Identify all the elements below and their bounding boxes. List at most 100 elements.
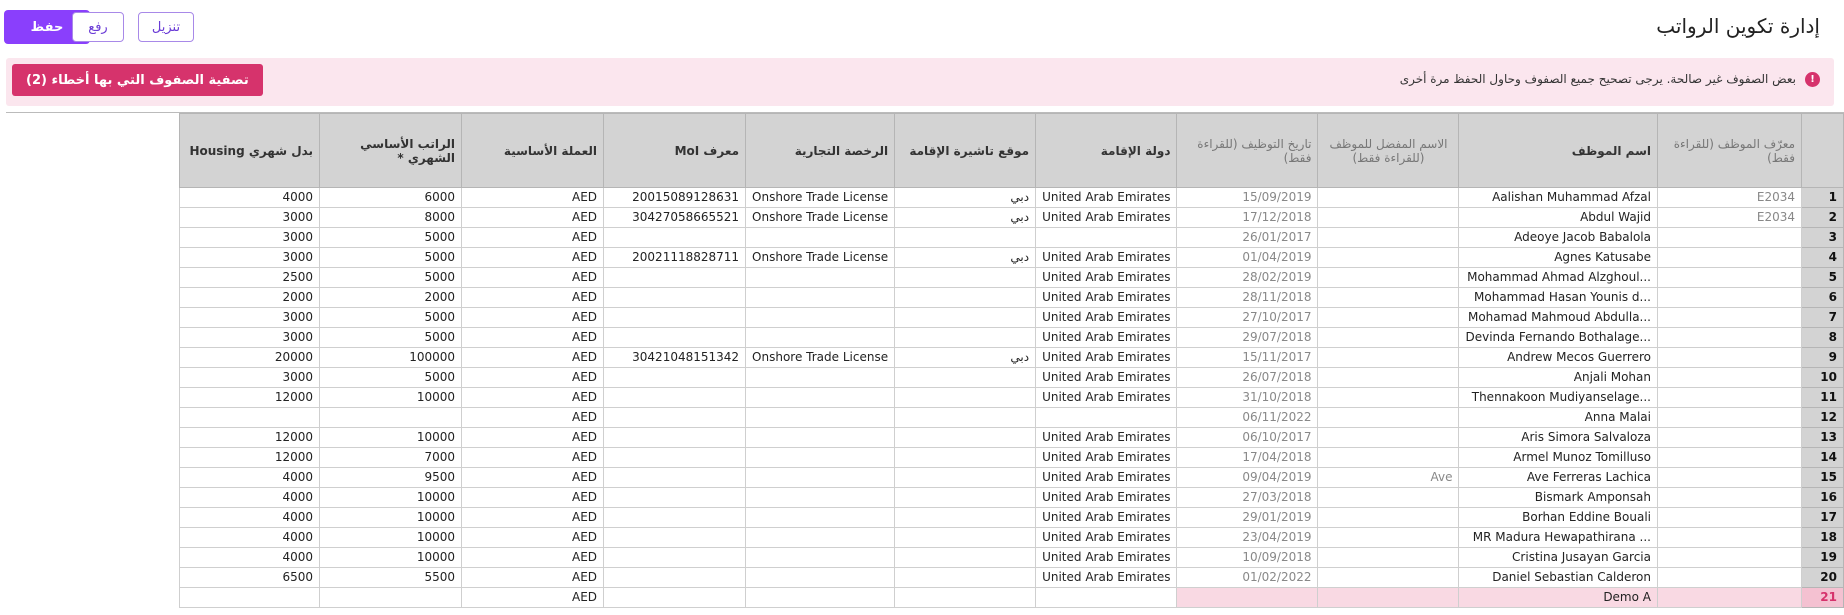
- col-header-currency[interactable]: العملة الأساسية: [461, 113, 605, 188]
- col-header-basic-salary[interactable]: الراتب الأساسي الشهري *: [319, 113, 463, 188]
- cell-hire-date[interactable]: 28/11/2018: [1176, 287, 1319, 308]
- table-row[interactable]: 4000 10000 AED United Arab Emirates 27/03/20…: [179, 487, 1844, 508]
- table-row[interactable]: 12000 7000 AED United Arab Emirates 17/04/20…: [179, 447, 1844, 468]
- cell-housing[interactable]: 3000: [179, 327, 321, 348]
- table-row[interactable]: 12000 10000 AED United Arab Emirates 06/10/2…: [179, 427, 1844, 448]
- cell-basic-salary[interactable]: 5000: [319, 307, 463, 328]
- cell-visa-location[interactable]: [894, 407, 1037, 428]
- cell-employee-name[interactable]: Abdul Wajid: [1458, 207, 1658, 228]
- col-header-housing[interactable]: بدل شهري Housing: [179, 113, 321, 188]
- cell-currency[interactable]: AED: [461, 347, 605, 368]
- cell-moi-id[interactable]: 20015089128631: [603, 187, 747, 208]
- cell-housing[interactable]: [179, 407, 321, 428]
- cell-country[interactable]: United Arab Emirates: [1035, 487, 1178, 508]
- col-header-hire-date[interactable]: تاريخ التوظيف (للقراءة فقط): [1176, 113, 1319, 188]
- cell-currency[interactable]: AED: [461, 567, 605, 588]
- cell-hire-date[interactable]: 28/02/2019: [1176, 267, 1319, 288]
- cell-visa-location[interactable]: [894, 547, 1037, 568]
- cell-basic-salary[interactable]: [319, 407, 463, 428]
- cell-trade-license[interactable]: [745, 487, 896, 508]
- table-row[interactable]: AED Demo A 21: [179, 587, 1844, 608]
- cell-hire-date[interactable]: 06/10/2017: [1176, 427, 1319, 448]
- cell-hire-date[interactable]: 01/02/2022: [1176, 567, 1319, 588]
- cell-employee-name[interactable]: Mohamad Mahmoud Abdulla...: [1458, 307, 1658, 328]
- cell-moi-id[interactable]: [603, 227, 747, 248]
- cell-employee-id[interactable]: [1657, 547, 1802, 568]
- cell-moi-id[interactable]: [603, 487, 747, 508]
- cell-basic-salary[interactable]: 5500: [319, 567, 463, 588]
- cell-country[interactable]: United Arab Emirates: [1035, 507, 1178, 528]
- cell-visa-location[interactable]: [894, 467, 1037, 488]
- cell-employee-name[interactable]: Aalishan Muhammad Afzal: [1458, 187, 1658, 208]
- cell-housing[interactable]: 4000: [179, 467, 321, 488]
- cell-preferred-name[interactable]: Ave: [1317, 467, 1460, 488]
- cell-country[interactable]: [1035, 407, 1178, 428]
- cell-housing[interactable]: 4000: [179, 187, 321, 208]
- cell-hire-date[interactable]: [1176, 587, 1319, 608]
- table-row[interactable]: 3000 5000 AED United Arab Emirates 27/10/201…: [179, 307, 1844, 328]
- upload-button[interactable]: رفع: [72, 12, 124, 42]
- cell-hire-date[interactable]: 29/07/2018: [1176, 327, 1319, 348]
- cell-country[interactable]: United Arab Emirates: [1035, 547, 1178, 568]
- cell-preferred-name[interactable]: [1317, 227, 1460, 248]
- cell-housing[interactable]: 4000: [179, 487, 321, 508]
- cell-moi-id[interactable]: [603, 527, 747, 548]
- cell-moi-id[interactable]: [603, 387, 747, 408]
- cell-employee-id[interactable]: [1657, 407, 1802, 428]
- cell-employee-name[interactable]: Andrew Mecos Guerrero: [1458, 347, 1658, 368]
- col-header-trade-license[interactable]: الرخصة التجارية: [745, 113, 896, 188]
- cell-basic-salary[interactable]: 10000: [319, 547, 463, 568]
- cell-currency[interactable]: AED: [461, 207, 605, 228]
- cell-currency[interactable]: AED: [461, 427, 605, 448]
- col-header-employee-id[interactable]: معرّف الموظف (للقراءة فقط): [1657, 113, 1802, 188]
- cell-preferred-name[interactable]: [1317, 187, 1460, 208]
- cell-trade-license[interactable]: [745, 467, 896, 488]
- cell-employee-id[interactable]: [1657, 507, 1802, 528]
- cell-basic-salary[interactable]: 10000: [319, 507, 463, 528]
- cell-hire-date[interactable]: 26/01/2017: [1176, 227, 1319, 248]
- cell-preferred-name[interactable]: [1317, 347, 1460, 368]
- col-header-employee-name[interactable]: اسم الموظف: [1458, 113, 1658, 188]
- cell-moi-id[interactable]: [603, 587, 747, 608]
- cell-preferred-name[interactable]: [1317, 447, 1460, 468]
- cell-country[interactable]: United Arab Emirates: [1035, 447, 1178, 468]
- cell-trade-license[interactable]: [745, 507, 896, 528]
- cell-visa-location[interactable]: [894, 587, 1037, 608]
- cell-currency[interactable]: AED: [461, 387, 605, 408]
- col-header-moi-id[interactable]: معرف MoI: [603, 113, 747, 188]
- cell-employee-id[interactable]: [1657, 567, 1802, 588]
- cell-employee-name[interactable]: Borhan Eddine Bouali: [1458, 507, 1658, 528]
- table-row[interactable]: 6500 5500 AED United Arab Emirates 01/02/202…: [179, 567, 1844, 588]
- table-row[interactable]: 3000 5000 AED 20021118828711 Onshore Trade L…: [179, 247, 1844, 268]
- cell-trade-license[interactable]: Onshore Trade License: [745, 247, 896, 268]
- cell-visa-location[interactable]: دبي: [894, 247, 1037, 268]
- cell-trade-license[interactable]: [745, 447, 896, 468]
- cell-preferred-name[interactable]: [1317, 507, 1460, 528]
- table-row[interactable]: 3000 5000 AED United Arab Emirates 26/07/201…: [179, 367, 1844, 388]
- cell-employee-id[interactable]: [1657, 487, 1802, 508]
- cell-moi-id[interactable]: [603, 327, 747, 348]
- cell-basic-salary[interactable]: 5000: [319, 267, 463, 288]
- table-row[interactable]: 4000 9500 AED United Arab Emirates 09/04/201…: [179, 467, 1844, 488]
- cell-employee-id[interactable]: [1657, 587, 1802, 608]
- cell-trade-license[interactable]: [745, 547, 896, 568]
- cell-moi-id[interactable]: [603, 467, 747, 488]
- cell-visa-location[interactable]: دبي: [894, 207, 1037, 228]
- cell-country[interactable]: United Arab Emirates: [1035, 347, 1178, 368]
- cell-currency[interactable]: AED: [461, 527, 605, 548]
- cell-moi-id[interactable]: [603, 287, 747, 308]
- table-row[interactable]: 3000 5000 AED 26/01/2017 Adeoye Jacob Babalo…: [179, 227, 1844, 248]
- cell-employee-name[interactable]: Thennakoon Mudiyanselage...: [1458, 387, 1658, 408]
- cell-basic-salary[interactable]: 6000: [319, 187, 463, 208]
- cell-hire-date[interactable]: 23/04/2019: [1176, 527, 1319, 548]
- cell-hire-date[interactable]: 01/04/2019: [1176, 247, 1319, 268]
- cell-trade-license[interactable]: Onshore Trade License: [745, 207, 896, 228]
- col-header-country[interactable]: دولة الإقامة: [1035, 113, 1178, 188]
- cell-basic-salary[interactable]: 100000: [319, 347, 463, 368]
- cell-country[interactable]: United Arab Emirates: [1035, 247, 1178, 268]
- cell-employee-name[interactable]: Mohammad Hasan Younis d...: [1458, 287, 1658, 308]
- cell-employee-id[interactable]: E2034: [1657, 187, 1802, 208]
- cell-trade-license[interactable]: [745, 307, 896, 328]
- cell-currency[interactable]: AED: [461, 327, 605, 348]
- filter-error-rows-button[interactable]: تصفية الصفوف التي بها أخطاء (2): [12, 64, 263, 96]
